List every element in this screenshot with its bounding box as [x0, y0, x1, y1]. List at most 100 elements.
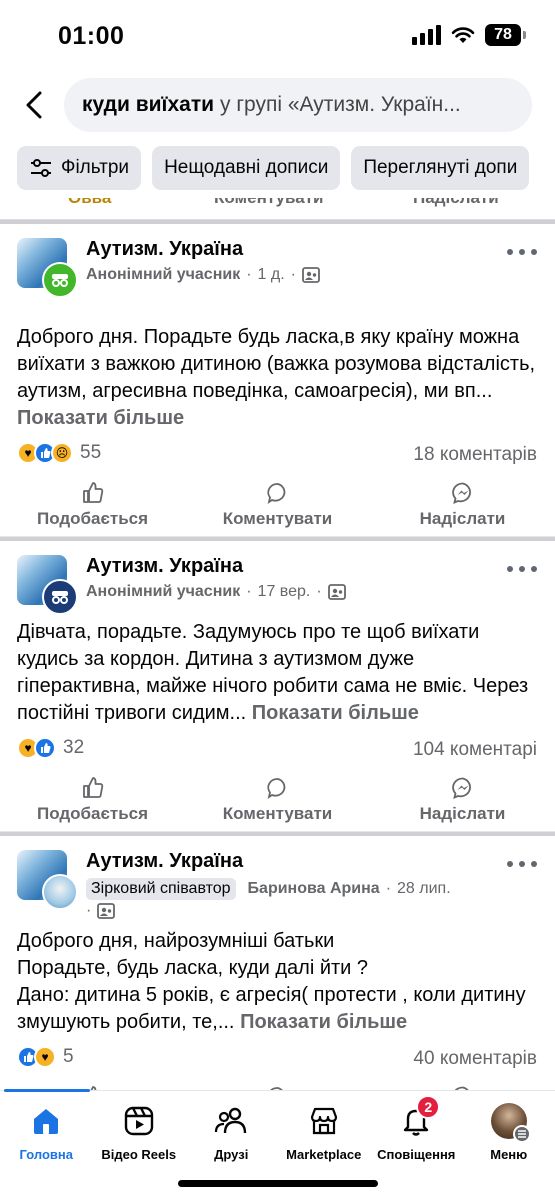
post-stats: ♥ 5 40 коментарів [0, 1036, 555, 1078]
show-more-link[interactable]: Показати більше [17, 407, 184, 429]
post-meta-line2: · [86, 902, 116, 920]
previous-comment-label[interactable]: Коментувати [214, 198, 324, 208]
battery-icon: 78 [485, 24, 526, 46]
tab-notifications[interactable]: 2 Сповіщення [370, 1095, 462, 1162]
viewed-posts-chip[interactable]: Переглянуті допи [351, 146, 530, 190]
post-options-button[interactable] [507, 559, 537, 579]
filters-chip[interactable]: Фільтри [17, 146, 142, 190]
group-privacy-icon [97, 903, 116, 919]
post-meta: Анонімний учасник · 1 д. · [86, 266, 320, 284]
send-label: Надіслати [419, 509, 506, 528]
anonymous-member-icon [42, 262, 78, 298]
post-text[interactable]: Доброго дня, найрозумніші батьки Порадьт… [0, 924, 555, 1036]
post-line: Порадьте, будь ласка, куди далі йти ? [17, 957, 369, 979]
post-body: Доброго дня. Порадьте будь ласка,в яку к… [17, 326, 536, 402]
author-avatar[interactable] [42, 874, 78, 910]
profile-avatar [490, 1103, 531, 1143]
author-name[interactable]: Баринова Арина [248, 880, 380, 898]
like-button[interactable]: Подобається [8, 776, 178, 824]
wifi-icon [451, 27, 475, 43]
send-button[interactable]: Надіслати [378, 481, 548, 529]
viewed-posts-chip-label: Переглянуті допи [363, 157, 518, 178]
tab-friends-label: Друзі [214, 1147, 249, 1162]
back-button[interactable] [18, 88, 50, 122]
comments-count[interactable]: 104 коментарі [413, 739, 537, 761]
show-more-link[interactable]: Показати більше [252, 702, 419, 724]
show-more-link[interactable]: Показати більше [240, 1011, 407, 1033]
recent-posts-chip-label: Нещодавні дописи [164, 157, 329, 178]
tab-friends[interactable]: Друзі [185, 1103, 277, 1162]
chevron-left-icon [26, 91, 42, 119]
thumbs-up-icon [82, 777, 103, 798]
post-text[interactable]: Дівчата, порадьте. Задумуюсь про те щоб … [0, 619, 555, 727]
care-reaction-icon: ♥ [34, 1046, 56, 1068]
tab-marketplace[interactable]: Marketplace [278, 1103, 370, 1162]
signal-icon [412, 25, 441, 45]
reactions-summary[interactable]: ♥ ☹ 55 [17, 442, 101, 464]
post-time[interactable]: 17 вер. [258, 583, 311, 601]
status-icons: 78 [412, 24, 526, 46]
post-stats: ♥ ☹ 55 18 коментарів [0, 432, 555, 474]
active-tab-indicator [4, 1089, 90, 1092]
search-query: куди виїхати [82, 93, 215, 116]
post-options-button[interactable] [507, 854, 537, 874]
tab-notifications-label: Сповіщення [377, 1147, 456, 1162]
author-name[interactable]: Анонімний учасник [86, 583, 240, 601]
comment-icon [266, 483, 285, 504]
bell-icon: 2 [398, 1095, 441, 1139]
home-icon [28, 1103, 64, 1139]
post-time[interactable]: 1 д. [258, 266, 285, 284]
post-actions: Подобається Коментувати Надіслати [0, 474, 555, 536]
post-card: Аутизм. Україна Анонімний учасник · 17 в… [0, 541, 555, 832]
comment-button[interactable]: Коментувати [193, 481, 363, 529]
like-label: Подобається [36, 509, 149, 528]
home-indicator [178, 1180, 378, 1187]
group-name[interactable]: Аутизм. Україна [86, 850, 243, 873]
reactions-summary[interactable]: ♥ 32 [17, 737, 84, 759]
post-options-button[interactable] [507, 242, 537, 262]
comment-button[interactable]: Коментувати [193, 776, 363, 824]
menu-icon [512, 1125, 531, 1143]
messenger-icon [451, 777, 471, 800]
post-text[interactable]: Доброго дня. Порадьте будь ласка,в яку к… [0, 324, 555, 432]
marketplace-icon [306, 1103, 342, 1139]
tab-reels[interactable]: Відео Reels [93, 1103, 185, 1162]
tab-home[interactable]: Головна [0, 1103, 92, 1162]
post-meta: Анонімний учасник · 17 вер. · [86, 583, 346, 601]
reactions-count: 5 [63, 1046, 74, 1067]
previous-reaction-label[interactable]: Овва [68, 198, 111, 208]
tab-menu[interactable]: Меню [463, 1103, 555, 1162]
comments-count[interactable]: 18 коментарів [413, 444, 537, 466]
author-name[interactable]: Анонімний учасник [86, 266, 240, 284]
filters-chip-label: Фільтри [61, 157, 130, 178]
results-feed: Овва Коментувати Надіслати Аутизм. Украї… [0, 198, 555, 1090]
like-button[interactable]: Подобається [8, 481, 178, 529]
send-button[interactable]: Надіслати [378, 776, 548, 824]
thumbs-up-icon [82, 482, 103, 503]
recent-posts-chip[interactable]: Нещодавні дописи [152, 146, 341, 190]
comment-label: Коментувати [222, 804, 333, 823]
search-input[interactable]: куди виїхати у групі «Аутизм. Україн... [64, 78, 532, 132]
status-bar: 01:00 78 [0, 0, 555, 74]
notifications-badge: 2 [416, 1095, 441, 1119]
group-name[interactable]: Аутизм. Україна [86, 238, 243, 261]
top-contributor-badge[interactable]: Зірковий співавтор [86, 878, 236, 900]
post-stats: ♥ 32 104 коментарі [0, 727, 555, 769]
tab-marketplace-label: Marketplace [286, 1147, 362, 1162]
group-name[interactable]: Аутизм. Україна [86, 555, 243, 578]
post-time[interactable]: 28 лип. [397, 880, 451, 898]
post-line: Доброго дня, найрозумніші батьки [17, 930, 335, 952]
previous-send-label[interactable]: Надіслати [413, 198, 499, 208]
like-reaction-icon [34, 737, 56, 759]
comments-count[interactable]: 40 коментарів [413, 1048, 537, 1070]
post-meta: Зірковий співавтор Баринова Арина · 28 л… [86, 878, 451, 900]
post-card: Аутизм. Україна Зірковий співавтор Барин… [0, 836, 555, 1090]
reactions-summary[interactable]: ♥ 5 [17, 1046, 74, 1068]
status-time: 01:00 [58, 22, 125, 50]
messenger-icon [451, 482, 471, 505]
comment-icon [266, 778, 285, 799]
tab-reels-label: Відео Reels [101, 1147, 177, 1162]
reels-icon [121, 1103, 157, 1139]
tab-home-label: Головна [19, 1147, 73, 1162]
search-scope: у групі «Аутизм. Україн... [220, 93, 461, 116]
